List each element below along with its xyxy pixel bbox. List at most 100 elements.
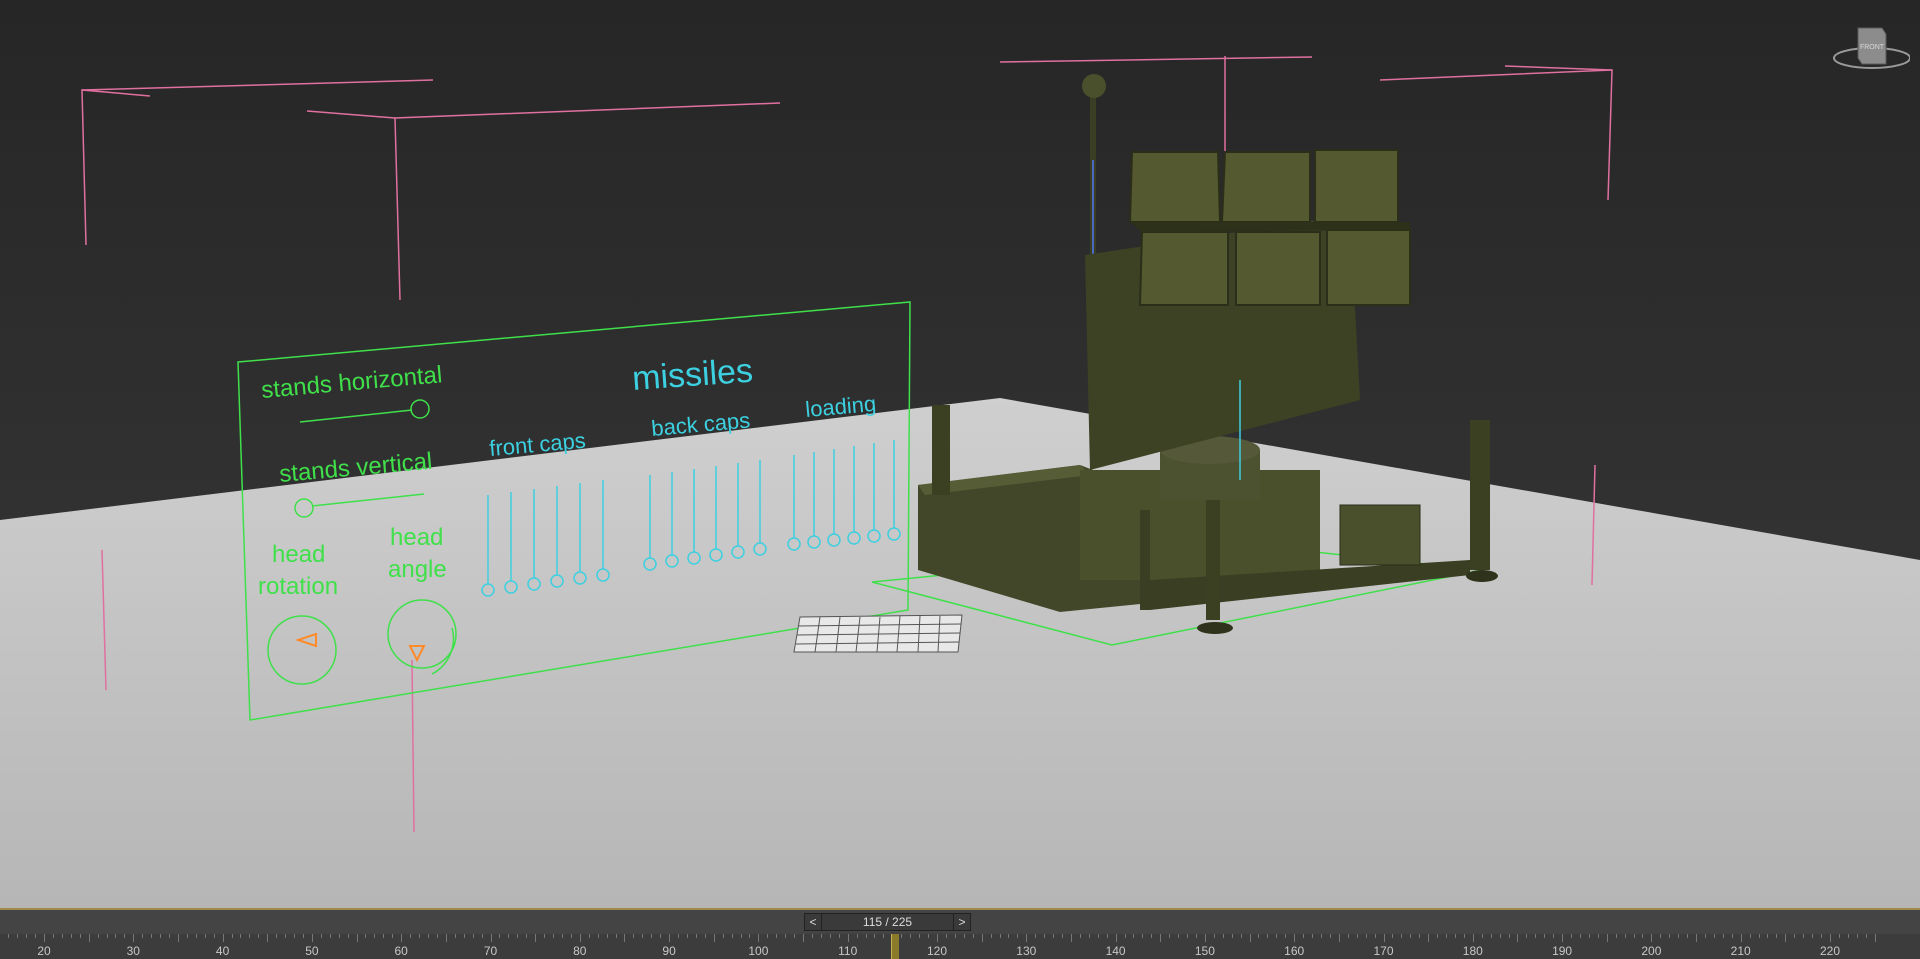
ruler-label: 40 <box>215 944 230 958</box>
head-angle-label-2: angle <box>388 556 447 583</box>
ruler-tick <box>1794 934 1796 938</box>
ruler-tick <box>1472 934 1474 942</box>
ruler-tick <box>1633 934 1635 938</box>
ruler-tick <box>963 934 965 938</box>
ruler-tick <box>1847 934 1849 938</box>
ruler-tick <box>1446 934 1447 938</box>
ruler-tick <box>829 934 831 938</box>
ruler-tick <box>115 934 117 938</box>
viewcube[interactable]: FRONT <box>1820 18 1910 78</box>
ruler-tick <box>213 934 215 938</box>
ruler-tick <box>633 934 635 938</box>
antenna-icon <box>1082 74 1106 98</box>
ruler-tick <box>1356 934 1358 938</box>
ruler-tick <box>615 934 617 938</box>
ruler-label: 30 <box>126 944 140 958</box>
ruler-tick <box>365 934 367 938</box>
ruler-label: 80 <box>573 944 587 958</box>
ruler-tick <box>44 934 45 942</box>
ruler-tick <box>1508 934 1510 938</box>
ruler-tick <box>1133 934 1135 938</box>
ruler-tick <box>669 934 671 942</box>
ruler-tick <box>883 934 885 938</box>
ruler-tick <box>311 934 313 942</box>
ruler-tick <box>436 934 438 938</box>
ruler-tick <box>1830 934 1831 942</box>
ruler-tick <box>1776 934 1778 938</box>
ruler-tick <box>847 934 849 942</box>
ruler-tick <box>1276 934 1278 938</box>
ruler-tick <box>1517 934 1519 942</box>
ruler-label: 160 <box>1284 944 1305 958</box>
ruler-label: 130 <box>1016 944 1037 958</box>
ruler-tick <box>1258 934 1260 938</box>
ruler-tick <box>240 934 242 938</box>
ruler-tick <box>1490 934 1492 938</box>
ruler-tick <box>1267 934 1269 938</box>
ruler-tick <box>1222 934 1224 938</box>
ruler-tick <box>1070 934 1072 942</box>
time-slider[interactable]: 115 / 225 <box>821 913 954 931</box>
ruler-tick <box>838 934 840 938</box>
ruler-tick <box>1526 934 1528 938</box>
ruler-tick <box>937 934 938 942</box>
ruler-tick <box>1195 934 1197 938</box>
ruler-label: 90 <box>662 944 676 958</box>
3d-viewport[interactable]: stands horizontal stands vertical head r… <box>0 0 1920 908</box>
ruler-tick <box>1151 934 1153 938</box>
track-bar-ruler[interactable]: 20 30 40 50 60 70 80 90 100 110 120 130 140 150 160 170… <box>0 934 1920 959</box>
ruler-tick <box>1704 934 1706 938</box>
ruler-tick <box>1097 934 1099 938</box>
ruler-tick <box>1410 934 1412 938</box>
ruler-tick <box>1062 934 1064 938</box>
ruler-label: 140 <box>1105 944 1126 958</box>
ruler-tick <box>204 934 206 938</box>
ruler-tick <box>106 934 108 938</box>
ruler-tick <box>285 934 287 938</box>
ruler-tick <box>1642 934 1644 938</box>
ruler-tick <box>1838 934 1840 938</box>
ruler-tick <box>713 934 715 942</box>
ruler-tick <box>1740 934 1742 942</box>
ruler-tick <box>981 934 983 942</box>
previous-frame-button[interactable]: < <box>804 913 822 931</box>
ruler-tick <box>356 934 358 942</box>
ruler-tick <box>1106 934 1108 938</box>
ruler-tick <box>1767 934 1769 938</box>
ruler-tick <box>1785 934 1787 942</box>
ruler-tick <box>392 934 394 938</box>
ruler-tick <box>1597 934 1599 938</box>
ruler-tick <box>70 934 72 938</box>
ruler-tick <box>383 934 385 938</box>
playhead[interactable] <box>891 934 899 959</box>
ruler-tick <box>133 934 135 942</box>
ruler-tick <box>1562 934 1564 942</box>
ruler-tick <box>1053 934 1055 938</box>
ruler-tick <box>776 934 778 938</box>
ruler-tick <box>1026 934 1028 942</box>
ruler-tick <box>1008 934 1010 938</box>
ruler-label: 170 <box>1373 944 1394 958</box>
ruler-tick <box>249 934 251 938</box>
ruler-tick <box>1713 934 1715 938</box>
ruler-tick <box>222 934 224 942</box>
ruler-tick <box>874 934 876 938</box>
ruler-tick <box>588 934 590 938</box>
ruler-tick <box>1803 934 1805 938</box>
next-frame-button[interactable]: > <box>953 913 971 931</box>
ruler-tick <box>1240 934 1242 938</box>
ruler-tick <box>151 934 153 938</box>
ruler-tick <box>195 934 197 938</box>
scene-canvas[interactable]: stands horizontal stands vertical head r… <box>0 0 1920 908</box>
ruler-tick <box>1401 934 1403 938</box>
ruler-tick <box>1017 934 1019 938</box>
ruler-tick <box>410 934 412 938</box>
ruler-tick <box>1812 934 1814 938</box>
ruler-tick <box>1419 934 1421 938</box>
ruler-tick <box>1624 934 1626 938</box>
ruler-tick <box>1571 934 1573 938</box>
ruler-tick <box>1374 934 1376 938</box>
ruler-tick <box>26 934 28 938</box>
ruler-tick <box>177 934 179 942</box>
ruler-tick <box>1294 934 1296 942</box>
